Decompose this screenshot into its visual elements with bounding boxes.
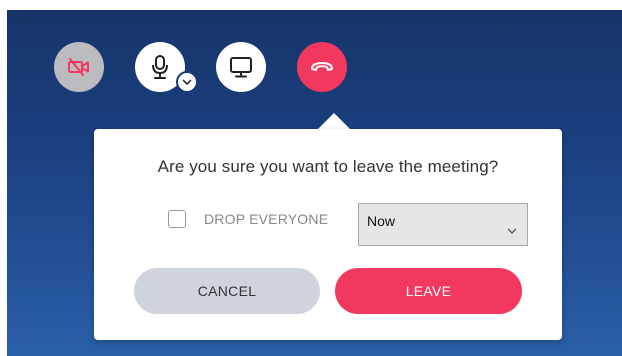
hang-up-icon	[309, 60, 335, 74]
drop-everyone-label[interactable]: DROP EVERYONE	[204, 211, 328, 227]
share-screen-button[interactable]	[216, 42, 266, 92]
toggle-video-button[interactable]	[54, 42, 104, 92]
monitor-icon	[229, 56, 253, 78]
leave-button[interactable]: LEAVE	[335, 268, 522, 314]
chevron-down-icon	[182, 73, 192, 91]
leave-timing-value: Now	[367, 213, 396, 229]
leave-meeting-dialog: Are you sure you want to leave the meeti…	[94, 129, 562, 340]
dialog-pointer	[317, 113, 351, 130]
cancel-button[interactable]: CANCEL	[134, 268, 320, 314]
drop-everyone-option: DROP EVERYONE	[168, 207, 328, 231]
drop-everyone-checkbox[interactable]	[168, 210, 186, 228]
leave-timing-select[interactable]: Now	[358, 203, 528, 246]
microphone-icon	[150, 54, 170, 80]
meeting-stage: Are you sure you want to leave the meeti…	[7, 10, 622, 356]
chevron-down-icon	[507, 222, 517, 240]
leave-meeting-button[interactable]	[297, 42, 347, 92]
dialog-question: Are you sure you want to leave the meeti…	[157, 157, 499, 176]
video-off-icon	[67, 57, 91, 77]
mic-options-button[interactable]	[176, 71, 198, 93]
